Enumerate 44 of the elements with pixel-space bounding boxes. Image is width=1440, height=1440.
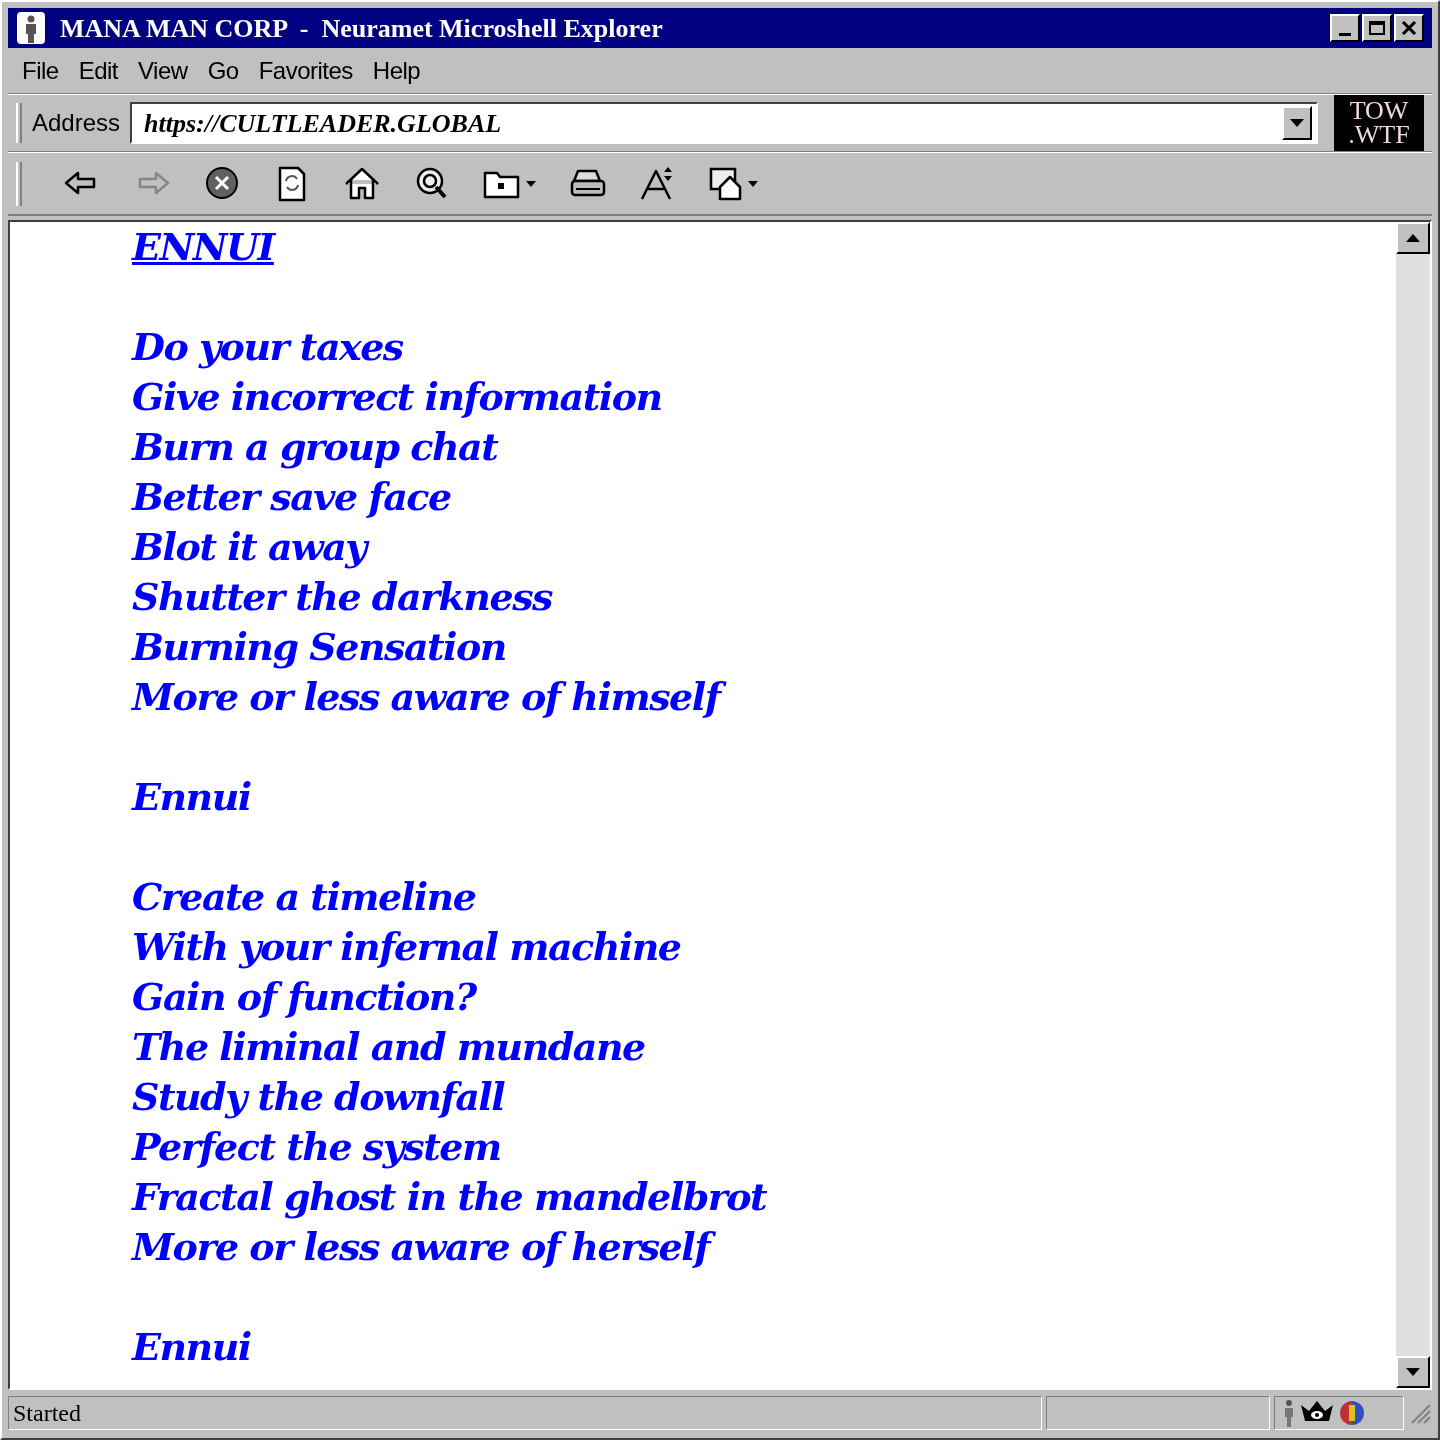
poem-line: Better save face <box>132 473 452 521</box>
poem-line: Burn a group chat <box>132 423 499 471</box>
menu-item[interactable]: File <box>16 52 65 89</box>
minimize-button[interactable] <box>1330 14 1360 42</box>
maximize-button[interactable] <box>1362 14 1392 42</box>
address-field[interactable]: https://CULTLEADER.GLOBAL <box>130 102 1318 144</box>
close-icon <box>1401 21 1417 35</box>
address-label: Address <box>31 108 122 138</box>
menu-item[interactable]: Favorites <box>252 52 359 89</box>
scrollbar[interactable] <box>1396 222 1430 1388</box>
person-icon <box>1283 1399 1295 1427</box>
poem-line: Shutter the darkness <box>132 573 554 621</box>
arrow-up-icon <box>1406 234 1420 242</box>
refrain-line: Ennui <box>132 773 252 821</box>
poem-line: Burning Sensation <box>132 623 507 671</box>
dropdown-button[interactable] <box>1282 106 1312 140</box>
poem-line: The liminal and mundane <box>132 1023 646 1071</box>
window-title: MANA MAN CORP - Neuramet Microshell Explorer <box>60 12 663 45</box>
poem-line: Do your taxes <box>132 323 405 371</box>
poem-line: Fractal ghost in the mandelbrot <box>132 1173 768 1221</box>
scroll-up-button[interactable] <box>1396 222 1430 254</box>
poem-line: Study the downfall <box>132 1073 506 1121</box>
poem-line: Gain of function? <box>132 973 478 1021</box>
poem-line: Create a timeline <box>132 873 477 921</box>
menu-item[interactable]: Go <box>201 52 245 89</box>
menu-item[interactable]: View <box>132 52 194 89</box>
refrain-line: Ennui <box>132 1323 252 1371</box>
menu-item[interactable]: Edit <box>72 52 125 89</box>
poem-line: Give incorrect information <box>132 373 663 421</box>
title-link[interactable]: ENNUI <box>132 222 282 272</box>
brand-logo: TOW .WTF <box>1334 95 1424 151</box>
address-value: https://CULTLEADER.GLOBAL <box>144 107 502 140</box>
caret-down-icon <box>1290 119 1304 127</box>
scroll-down-button[interactable] <box>1396 1356 1430 1388</box>
poem-line: Perfect the system <box>132 1123 502 1171</box>
status-text: Started <box>13 1399 81 1428</box>
close-button[interactable] <box>1394 14 1424 42</box>
poem-line: Blot it away <box>132 522 374 572</box>
poem-line: More or less aware of himself <box>132 672 728 722</box>
poem-line: More or less aware of herself <box>132 1222 718 1272</box>
arrow-down-icon <box>1406 1368 1420 1376</box>
menu-item[interactable]: Help <box>366 52 427 89</box>
poem-line: With your infernal machine <box>132 923 682 971</box>
app-icon <box>16 11 46 45</box>
